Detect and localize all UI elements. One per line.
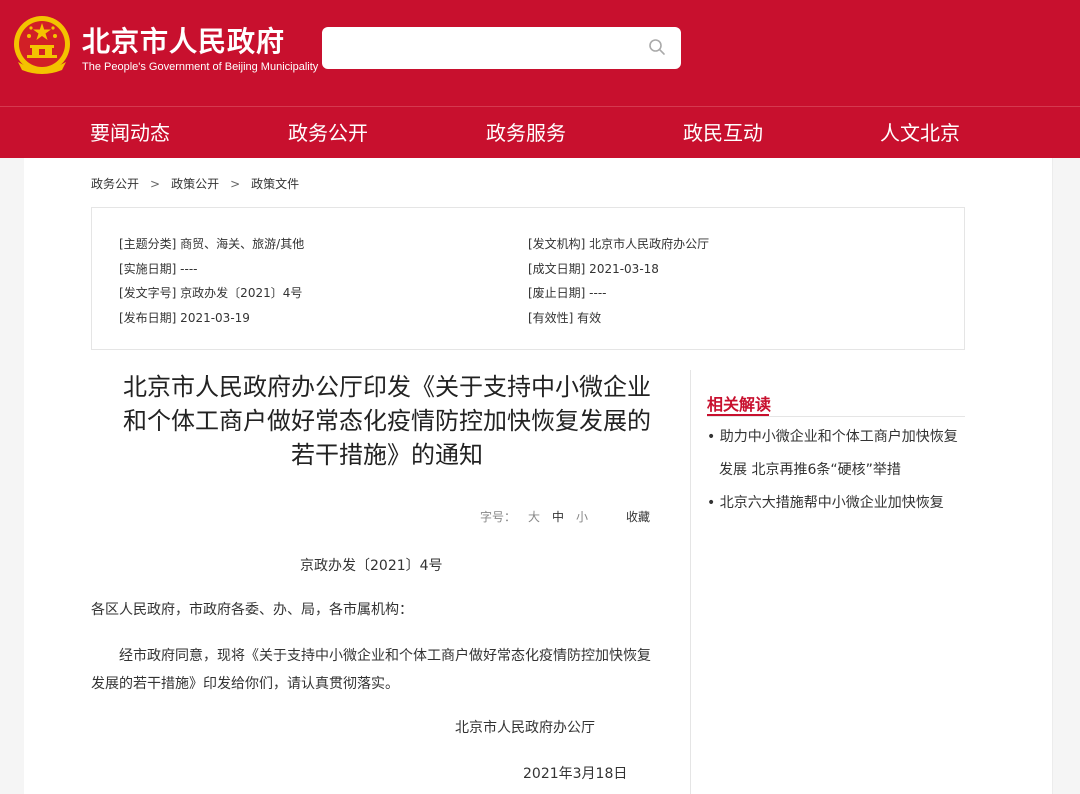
salutation: 各区人民政府，市政府各委、办、局，各市属机构：: [91, 602, 413, 618]
nav-item-beijing-culture[interactable]: 人文北京: [880, 107, 960, 159]
favorite-button[interactable]: 收藏: [626, 508, 650, 525]
font-size-control: 字号： 大中小: [480, 508, 588, 525]
related-divider: [707, 416, 965, 417]
font-size-large-button[interactable]: 大: [528, 510, 540, 524]
page-gutter-left: [0, 158, 24, 794]
related-item-1-line-2[interactable]: 发展 北京再推6条“硬核”举措: [719, 459, 901, 479]
breadcrumb: 政务公开 > 政策公开 > 政策文件: [91, 175, 299, 192]
article-title-line: 若干措施》的通知: [291, 441, 483, 469]
nav-item-news[interactable]: 要闻动态: [90, 107, 170, 159]
column-divider: [690, 370, 691, 794]
article-title: 北京市人民政府办公厅印发《关于支持中小微企业 和个体工商户做好常态化疫情防控加快…: [91, 370, 683, 472]
article-title-line: 和个体工商户做好常态化疫情防控加快恢复发展的: [123, 407, 651, 435]
breadcrumb-item[interactable]: 政务公开: [91, 177, 139, 191]
font-size-label: 字号：: [480, 510, 517, 524]
breadcrumb-item[interactable]: 政策文件: [251, 177, 299, 191]
body-line: 经市政府同意，现将《关于支持中小微企业和个体工商户做好常态化疫情防控加快恢复: [119, 648, 651, 664]
nav-item-government-services[interactable]: 政务服务: [486, 107, 566, 159]
nav-item-government-affairs[interactable]: 政务公开: [288, 107, 368, 159]
related-title-underline: [707, 414, 769, 416]
meta-repeal-date: [废止日期] ----: [528, 286, 607, 300]
meta-issuer: [发文机构] 北京市人民政府办公厅: [528, 237, 710, 251]
meta-topic: [主题分类] 商贸、海关、旅游/其他: [119, 237, 305, 251]
nav-item-interaction[interactable]: 政民互动: [683, 107, 763, 159]
document-number-text: 京政办发〔2021〕4号: [300, 558, 443, 574]
meta-publish-date: [发布日期] 2021-03-19: [119, 311, 250, 325]
site-subtitle[interactable]: The People's Government of Beijing Munic…: [82, 61, 318, 73]
site-header: 北京市人民政府 The People's Government of Beiji…: [0, 0, 1080, 106]
breadcrumb-separator: >: [150, 177, 161, 191]
signature: 北京市人民政府办公厅: [455, 720, 595, 736]
related-item-2[interactable]: • 北京六大措施帮中小微企业加快恢复: [707, 492, 944, 512]
font-size-medium-button[interactable]: 中: [552, 510, 564, 524]
signature-date: 2021年3月18日: [523, 766, 628, 782]
main-nav: 要闻动态 政务公开 政务服务 政民互动 人文北京: [0, 106, 1080, 158]
meta-document-number: [发文字号] 京政办发〔2021〕4号: [119, 286, 303, 300]
related-title: 相关解读: [707, 395, 772, 414]
breadcrumb-separator: >: [230, 177, 241, 191]
meta-effective-date: [实施日期] ----: [119, 262, 198, 276]
body-line: 发展的若干措施》印发给你们，请认真贯彻落实。: [91, 676, 399, 692]
font-size-small-button[interactable]: 小: [576, 510, 588, 524]
breadcrumb-item[interactable]: 政策公开: [171, 177, 219, 191]
national-emblem-icon[interactable]: [12, 14, 72, 76]
page-scrollbar[interactable]: [1052, 158, 1080, 794]
document-metadata: [主题分类] 商贸、海关、旅游/其他 [实施日期] ---- [发文字号] 京政…: [91, 207, 965, 350]
site-title[interactable]: 北京市人民政府: [82, 20, 285, 60]
article-title-line: 北京市人民政府办公厅印发《关于支持中小微企业: [123, 373, 651, 401]
meta-created-date: [成文日期] 2021-03-18: [528, 262, 659, 276]
meta-validity: [有效性] 有效: [528, 311, 602, 325]
search-icon[interactable]: [648, 38, 666, 56]
related-item-1-line-1[interactable]: • 助力中小微企业和个体工商户加快恢复: [707, 426, 958, 446]
search-input[interactable]: [322, 27, 681, 69]
